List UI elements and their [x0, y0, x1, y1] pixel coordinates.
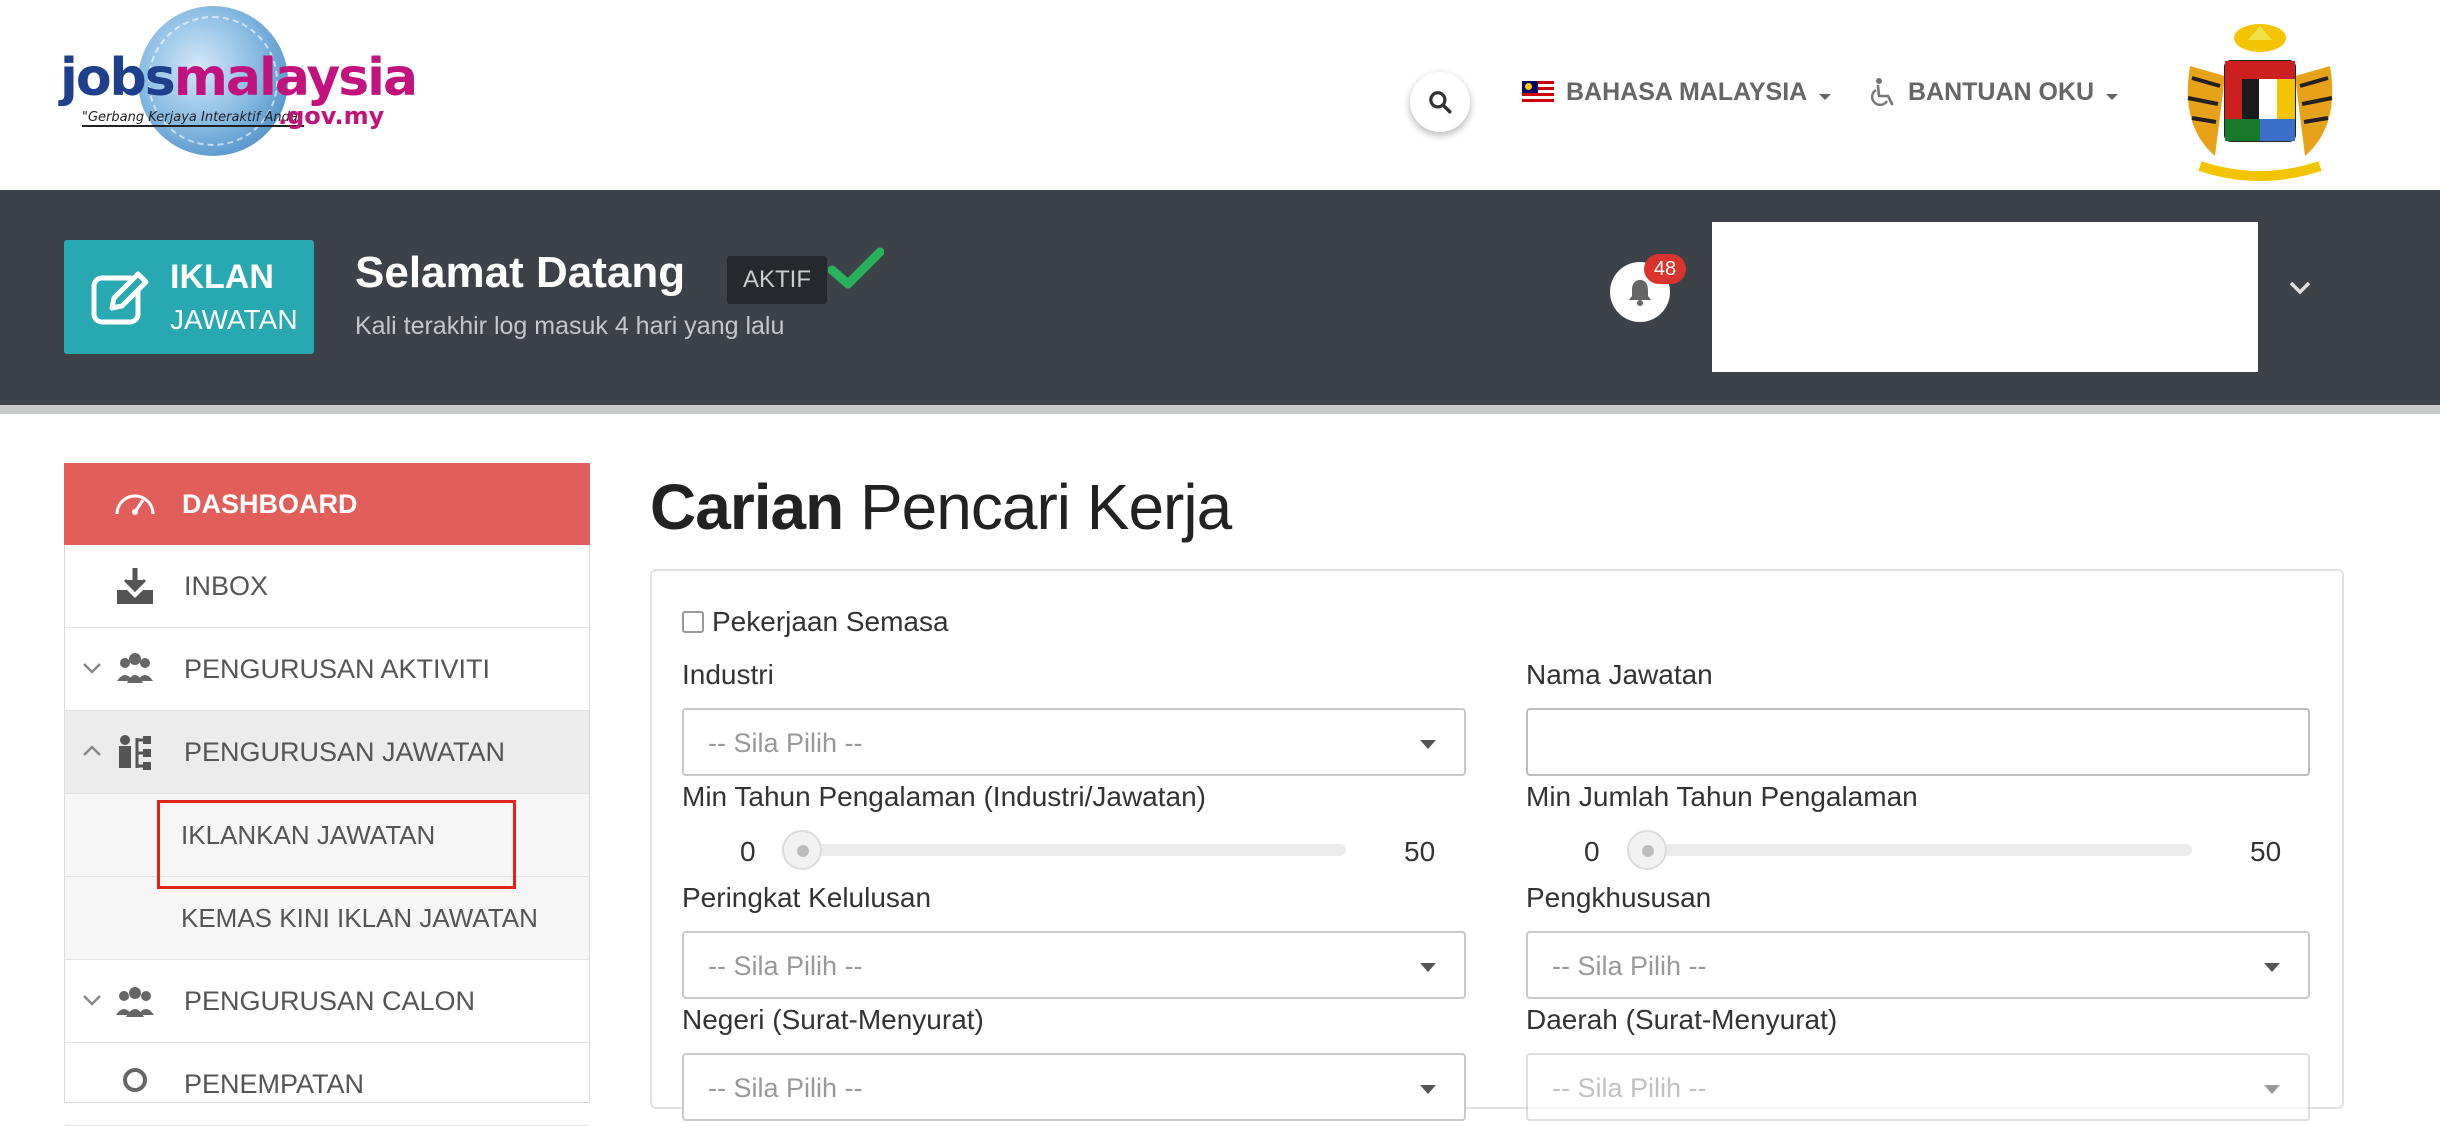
- job-name-input[interactable]: [1526, 708, 2310, 776]
- sidebar-item-inbox[interactable]: INBOX: [65, 545, 589, 628]
- min-years-industry-slider-handle[interactable]: [782, 830, 822, 870]
- min-total-years-slider-track[interactable]: [1646, 844, 2192, 856]
- accessibility-dropdown[interactable]: BANTUAN OKU: [1870, 74, 2119, 110]
- wheelchair-icon: [1871, 78, 1894, 106]
- welcome-banner: IKLAN JAWATAN Selamat Datang AKTIF Kali …: [0, 190, 2440, 405]
- specialization-label: Pengkhususan: [1526, 882, 1712, 913]
- sidebar-item-label: DASHBOARD: [182, 488, 358, 519]
- chevron-up-icon: [83, 745, 101, 756]
- sidebar-item-dashboard[interactable]: DASHBOARD: [64, 463, 590, 545]
- logo-brand: jobsmalaysia: [60, 48, 418, 108]
- accessibility-label: BANTUAN OKU: [1908, 77, 2095, 106]
- sidebar-item-penempatan[interactable]: PENEMPATAN: [65, 1043, 589, 1126]
- sidebar-item-label: INBOX: [184, 570, 269, 601]
- min-years-industry-slider-track[interactable]: [800, 844, 1346, 856]
- min-years-industry-label: Min Tahun Pengalaman (Industri/Jawatan): [682, 781, 1207, 812]
- dropdown-arrow-icon: [1420, 740, 1436, 749]
- state-select[interactable]: -- Sila Pilih --: [682, 1053, 1466, 1121]
- current-job-checkbox-row[interactable]: Pekerjaan Semasa: [682, 606, 949, 638]
- org-chart-icon: [119, 735, 151, 770]
- qualification-select[interactable]: -- Sila Pilih --: [682, 931, 1466, 999]
- group-activity-icon: [117, 653, 153, 683]
- user-profile-box[interactable]: [1712, 222, 2258, 372]
- job-name-label: Nama Jawatan: [1526, 659, 1713, 690]
- min-total-years-slider-handle[interactable]: [1627, 830, 1667, 870]
- edit-icon: [91, 271, 149, 325]
- slider-min-value: 0: [1584, 836, 1600, 867]
- slider-max-value: 50: [2250, 836, 2282, 867]
- sidebar-item-pengurusan-jawatan[interactable]: PENGURUSAN JAWATAN: [65, 711, 589, 794]
- industry-select[interactable]: -- Sila Pilih --: [682, 708, 1466, 776]
- industry-label: Industri: [682, 659, 774, 690]
- sidebar-item-label: PENGURUSAN JAWATAN: [184, 736, 506, 767]
- min-total-years-label: Min Jumlah Tahun Pengalaman: [1526, 781, 1918, 812]
- last-login-text: Kali terakhir log masuk 4 hari yang lalu: [355, 312, 785, 340]
- dropdown-arrow-icon: [1420, 1085, 1436, 1094]
- search-button[interactable]: [1410, 72, 1470, 132]
- state-label: Negeri (Surat-Menyurat): [682, 1004, 984, 1035]
- sidebar-subitem-iklankan-jawatan[interactable]: IKLANKAN JAWATAN: [65, 794, 589, 877]
- candidates-group-icon: [116, 987, 154, 1017]
- coat-of-arms-logo: [2187, 24, 2333, 181]
- page-title: Carian Pencari Kerja: [650, 471, 1232, 543]
- current-job-label: Pekerjaan Semasa: [712, 606, 949, 637]
- chevron-down-icon[interactable]: [2288, 280, 2312, 296]
- slider-min-value: 0: [740, 836, 756, 867]
- qualification-label: Peringkat Kelulusan: [682, 882, 932, 913]
- sidebar-item-label: PENGURUSAN AKTIVITI: [184, 653, 491, 684]
- language-dropdown[interactable]: BAHASA MALAYSIA: [1522, 74, 1832, 110]
- sidebar-nav: DASHBOARD INBOX PENGURUSAN AKTIVITI PENG…: [64, 463, 590, 1126]
- sidebar-item-label: KEMAS KINI IKLAN JAWATAN: [181, 902, 538, 933]
- top-header: jobsmalaysia "Gerbang Kerjaya Interaktif…: [0, 0, 2440, 190]
- district-label: Daerah (Surat-Menyurat): [1526, 1004, 1838, 1035]
- chevron-down-icon: [1819, 94, 1832, 100]
- dropdown-arrow-icon: [2264, 1085, 2280, 1094]
- status-badge: AKTIF: [727, 256, 828, 304]
- sidebar-item-label: PENGURUSAN CALON: [184, 985, 476, 1016]
- welcome-title: Selamat Datang: [355, 248, 686, 297]
- dropdown-arrow-icon: [2264, 963, 2280, 972]
- district-select[interactable]: -- Sila Pilih --: [1526, 1053, 2310, 1121]
- malaysia-flag-icon: [1522, 81, 1554, 103]
- chevron-down-icon: [2106, 94, 2119, 100]
- notification-count-badge: 48: [1644, 254, 1686, 284]
- search-icon: [1429, 91, 1452, 114]
- post-job-button[interactable]: IKLAN JAWATAN: [64, 240, 314, 354]
- inbox-download-icon: [117, 568, 153, 604]
- logo-tagline: "Gerbang Kerjaya Interaktif Anda": [82, 110, 304, 127]
- jobsmalaysia-logo[interactable]: jobsmalaysia "Gerbang Kerjaya Interaktif…: [60, 6, 418, 156]
- sidebar-item-pengurusan-calon[interactable]: PENGURUSAN CALON: [65, 960, 589, 1043]
- logo-gov-suffix: .gov.my: [278, 102, 385, 130]
- sidebar-item-label: IKLANKAN JAWATAN: [181, 819, 436, 850]
- current-job-checkbox[interactable]: [682, 611, 704, 633]
- post-job-line1: IKLAN: [170, 258, 274, 296]
- chevron-down-icon: [83, 663, 101, 674]
- dropdown-arrow-icon: [1420, 963, 1436, 972]
- slider-max-value: 50: [1404, 836, 1436, 867]
- chevron-down-icon: [83, 995, 101, 1006]
- sidebar-item-label: PENEMPATAN: [184, 1068, 365, 1099]
- banner-divider: [0, 405, 2440, 414]
- sidebar-item-pengurusan-aktiviti[interactable]: PENGURUSAN AKTIVITI: [65, 628, 589, 711]
- check-icon: [828, 247, 884, 289]
- specialization-select[interactable]: -- Sila Pilih --: [1526, 931, 2310, 999]
- sidebar-subitem-kemas-kini-iklan[interactable]: KEMAS KINI IKLAN JAWATAN: [65, 877, 589, 960]
- placement-icon: [123, 1068, 147, 1092]
- language-label: BAHASA MALAYSIA: [1566, 77, 1808, 106]
- post-job-line2: JAWATAN: [170, 304, 298, 335]
- dashboard-gauge-icon: [115, 494, 155, 515]
